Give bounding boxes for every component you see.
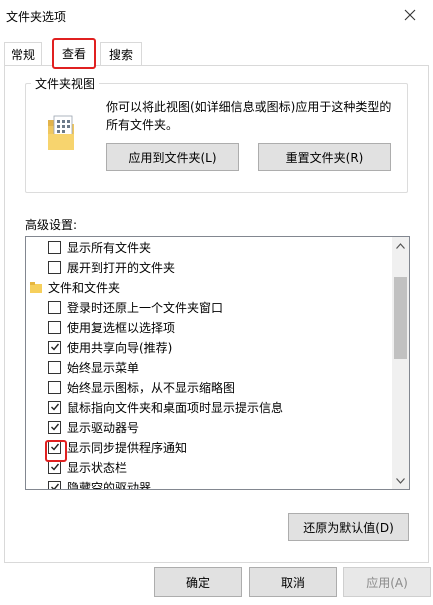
checkbox[interactable]: [48, 380, 61, 394]
list-item-label: 显示所有文件夹: [67, 240, 152, 255]
reset-folders-button[interactable]: 重置文件夹(R): [258, 143, 391, 171]
list-item[interactable]: 鼠标指向文件夹和桌面项时显示提示信息: [48, 397, 409, 417]
restore-defaults-button[interactable]: 还原为默认值(D): [288, 513, 409, 541]
list-item-label: 始终显示图标，从不显示缩略图: [67, 380, 236, 395]
list-item-label: 展开到打开的文件夹: [67, 260, 176, 275]
checkbox[interactable]: [48, 300, 61, 314]
view-tab-panel: 文件夹视图 你可以将此视图(如详细信息或图标)应用于这种类型的所有文件夹。 应用…: [4, 65, 429, 563]
ok-button[interactable]: 确定: [154, 567, 242, 597]
list-item-label: 使用共享向导(推荐): [67, 340, 173, 355]
advanced-settings-label: 高级设置:: [25, 218, 78, 232]
chevron-down-icon: [396, 477, 405, 484]
close-button[interactable]: [387, 0, 433, 30]
checkbox[interactable]: [48, 320, 61, 334]
list-item[interactable]: 始终显示图标，从不显示缩略图: [48, 377, 409, 397]
checkmark-icon: [50, 423, 59, 431]
list-item[interactable]: 使用复选框以选择项: [48, 317, 409, 337]
tab-search-label: 搜索: [108, 47, 133, 62]
list-item[interactable]: 登录时还原上一个文件夹窗口: [48, 297, 409, 317]
list-category: 文件和文件夹: [30, 277, 396, 297]
cancel-button[interactable]: 取消: [249, 567, 337, 597]
checkbox-checked[interactable]: [48, 420, 61, 434]
checkmark-icon: [50, 403, 59, 411]
category-label: 文件和文件夹: [48, 280, 121, 295]
checkbox[interactable]: [48, 260, 61, 274]
folder-views-title: 文件夹视图: [31, 75, 100, 92]
list-item[interactable]: 隐藏空的驱动器: [48, 477, 409, 490]
checkbox-checked[interactable]: [48, 480, 61, 489]
list-item[interactable]: 显示所有文件夹: [48, 237, 409, 257]
scroll-up-button[interactable]: [392, 237, 409, 254]
list-item-label: 鼠标指向文件夹和桌面项时显示提示信息: [67, 400, 284, 415]
list-item-label: 隐藏空的驱动器: [67, 480, 152, 490]
checkbox[interactable]: [48, 240, 61, 254]
list-item-label: 显示同步提供程序通知: [67, 440, 188, 455]
checkbox-checked[interactable]: [48, 460, 61, 474]
list-item[interactable]: 显示状态栏: [48, 457, 409, 477]
apply-button[interactable]: 应用(A): [343, 567, 431, 597]
checkmark-icon: [50, 463, 59, 471]
list-item[interactable]: 显示同步提供程序通知: [48, 437, 409, 457]
checkbox-checked[interactable]: [48, 340, 61, 354]
list-item[interactable]: 显示驱动器号: [48, 417, 409, 437]
tab-search[interactable]: 搜索: [100, 42, 142, 65]
list-item[interactable]: 始终显示菜单: [48, 357, 409, 377]
folder-views-description: 你可以将此视图(如详细信息或图标)应用于这种类型的所有文件夹。: [106, 100, 392, 132]
scroll-down-button[interactable]: [392, 472, 409, 489]
tab-strip: 常规 查看 搜索: [0, 38, 433, 69]
list-item-label: 登录时还原上一个文件夹窗口: [67, 300, 224, 315]
scrollbar[interactable]: [392, 237, 409, 489]
title-bar: 文件夹选项: [0, 0, 433, 30]
tab-view-label: 查看: [61, 47, 86, 61]
apply-to-folders-button[interactable]: 应用到文件夹(L): [106, 143, 239, 171]
chevron-up-icon: [396, 242, 405, 249]
scroll-thumb[interactable]: [394, 277, 407, 359]
checkbox[interactable]: [48, 360, 61, 374]
tab-general-label: 常规: [10, 47, 35, 62]
list-item-label: 使用复选框以选择项: [67, 320, 176, 335]
folder-view-icon: [48, 115, 74, 150]
list-item[interactable]: 使用共享向导(推荐): [48, 337, 409, 357]
list-item-label: 显示状态栏: [67, 460, 128, 475]
checkmark-icon: [50, 343, 59, 351]
highlight-annotation: [45, 440, 67, 462]
tab-general[interactable]: 常规: [4, 42, 42, 65]
checkbox-checked[interactable]: [48, 400, 61, 414]
folder-views-group: 文件夹视图 你可以将此视图(如详细信息或图标)应用于这种类型的所有文件夹。 应用…: [25, 75, 408, 193]
list-item[interactable]: 展开到打开的文件夹: [48, 257, 409, 277]
window-title: 文件夹选项: [6, 10, 67, 24]
close-icon: [404, 9, 416, 21]
advanced-settings-list[interactable]: 显示所有文件夹 展开到打开的文件夹 文件和文件夹 登录时还原上一个文件夹窗口 使…: [25, 236, 410, 490]
tab-view[interactable]: 查看: [52, 38, 96, 69]
folder-icon: [30, 281, 42, 293]
checkmark-icon: [50, 483, 59, 489]
list-item-label: 始终显示菜单: [67, 360, 140, 375]
list-item-label: 显示驱动器号: [67, 420, 140, 435]
